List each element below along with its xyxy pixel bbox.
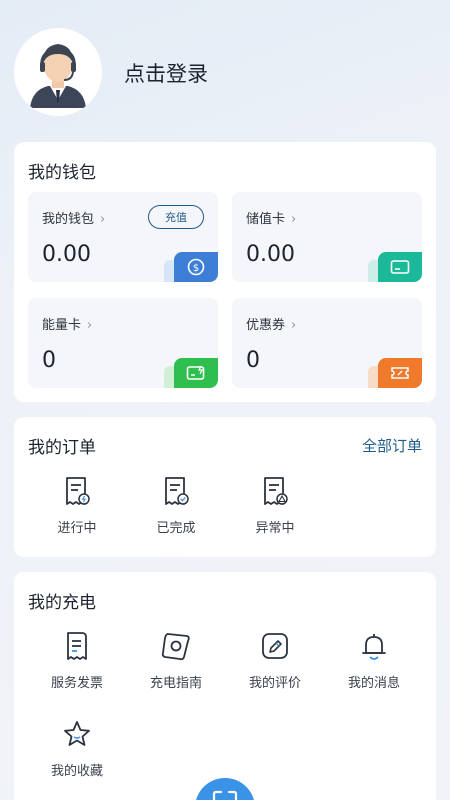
charging-title: 我的充电 [28,593,96,613]
chevron-right-icon: › [291,318,297,333]
svg-text:$: $ [193,263,199,274]
invoice-item[interactable]: 服务发票 [37,630,117,691]
user-avatar-icon [14,28,102,116]
orders-card: 我的订单 全部订单 进行中 已完成 异常中 [14,417,436,557]
review-pen-icon [262,633,288,659]
invoice-label: 服务发票 [50,676,103,691]
order-in-progress-item[interactable]: 进行中 [37,475,117,536]
coupon-tile[interactable]: 优惠券 › 0 [232,298,422,388]
scan-icon [212,790,238,800]
all-orders-link[interactable]: 全部订单 [362,435,422,456]
messages-item[interactable]: 我的消息 [334,630,414,691]
invoice-icon [67,632,87,660]
profile-header[interactable]: 点击登录 [14,28,436,116]
favorites-item[interactable]: 我的收藏 [37,718,117,779]
charging-card: 我的充电 服务发票 充电指南 我的评价 我的消息 我的收藏 [14,572,436,800]
orders-title: 我的订单 [28,438,96,458]
energy-card-label: 能量卡 [42,318,82,333]
order-exception-item[interactable]: 异常中 [235,475,315,536]
wallet-title: 我的钱包 [28,163,96,183]
order-completed-item[interactable]: 已完成 [136,475,216,536]
order-exception-label: 异常中 [255,521,295,536]
guide-icon [161,633,190,661]
order-completed-icon [165,477,189,505]
wallet-balance-value: 0.00 [42,242,91,267]
review-label: 我的评价 [248,676,301,691]
guide-item[interactable]: 充电指南 [136,630,216,691]
chevron-right-icon: › [100,212,106,227]
stored-value-card-tile[interactable]: 储值卡 › 0.00 [232,192,422,282]
favorites-label: 我的收藏 [50,764,103,779]
messages-label: 我的消息 [347,676,400,691]
guide-label: 充电指南 [149,676,202,691]
order-in-progress-icon [66,477,90,505]
chevron-right-icon: › [87,318,93,333]
wallet-card: 我的钱包 我的钱包 › 充值 0.00 $ 储值卡 › 0.00 能量卡 › 0 优惠… [14,142,436,402]
login-link[interactable]: 点击登录 [124,58,208,88]
energy-card-tile[interactable]: 能量卡 › 0 [28,298,218,388]
order-in-progress-label: 进行中 [57,521,97,536]
coupon-icon [378,358,422,388]
coupon-value: 0 [246,348,260,373]
energy-card-value: 0 [42,348,56,373]
bell-icon [362,634,386,660]
dollar-coin-icon: $ [174,252,218,282]
star-icon [64,721,90,746]
recharge-button[interactable]: 充值 [148,205,204,229]
order-completed-label: 已完成 [156,521,196,536]
review-item[interactable]: 我的评价 [235,630,315,691]
stored-value-card-value: 0.00 [246,242,295,267]
wallet-balance-label: 我的钱包 [42,212,95,227]
stored-value-card-label: 储值卡 [246,212,286,227]
card-icon [378,252,422,282]
order-exception-icon [264,477,288,505]
wallet-balance-tile[interactable]: 我的钱包 › 充值 0.00 $ [28,192,218,282]
avatar[interactable] [14,28,102,116]
chevron-right-icon: › [291,212,297,227]
coupon-label: 优惠券 [246,318,286,333]
energy-card-icon [174,358,218,388]
